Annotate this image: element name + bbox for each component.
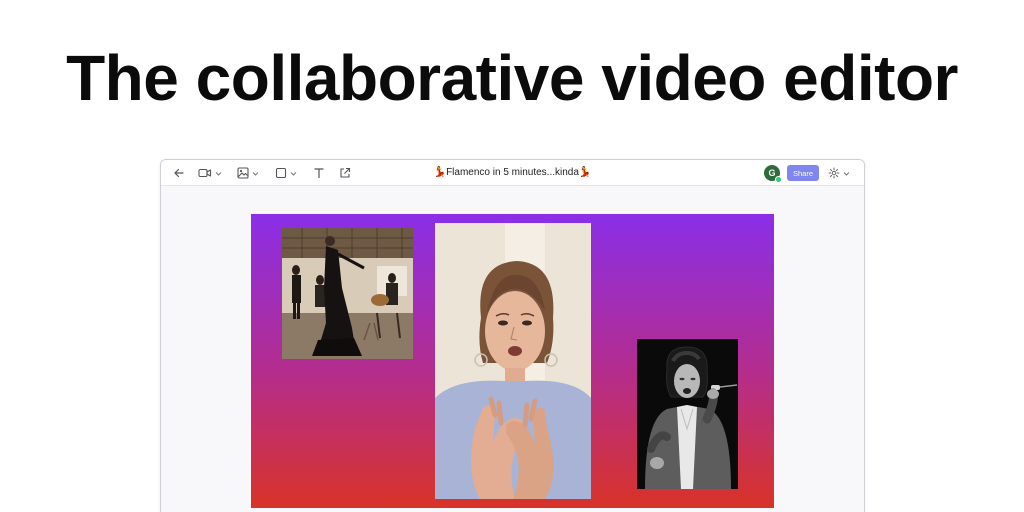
singer-photo-clip[interactable] [637,339,738,489]
page-title: The collaborative video editor [66,42,958,114]
shape-square-icon [275,167,287,179]
add-shape-button[interactable] [275,165,297,181]
share-button[interactable]: Share [787,165,819,181]
video-camera-icon [198,168,212,178]
export-icon [340,167,351,178]
chevron-down-icon [843,171,850,176]
document-title[interactable]: 💃Flamenco in 5 minutes...kinda💃 [434,167,592,178]
avatar[interactable]: G [764,165,782,183]
back-button[interactable] [173,165,185,181]
add-text-button[interactable] [313,165,325,181]
avatar-initial: G [768,168,776,178]
chevron-down-icon [252,171,259,176]
flamenco-dancer-clip[interactable] [282,228,413,359]
add-image-button[interactable] [237,165,259,181]
video-canvas[interactable] [251,214,774,508]
chevron-down-icon [215,171,222,176]
editor-toolbar: 💃Flamenco in 5 minutes...kinda💃 G Share [161,160,864,186]
presenter-video-clip[interactable] [435,223,591,499]
export-button[interactable] [339,165,351,181]
online-status-dot [775,176,782,183]
add-video-button[interactable] [198,165,222,181]
document-title-container: 💃Flamenco in 5 minutes...kinda💃 [161,166,864,180]
editor-window: 💃Flamenco in 5 minutes...kinda💃 G Share [160,159,865,512]
chevron-down-icon [290,171,297,176]
back-arrow-icon [174,168,184,178]
settings-button[interactable] [828,165,850,181]
gear-icon [828,167,840,179]
image-icon [237,167,249,179]
text-icon [314,168,324,178]
